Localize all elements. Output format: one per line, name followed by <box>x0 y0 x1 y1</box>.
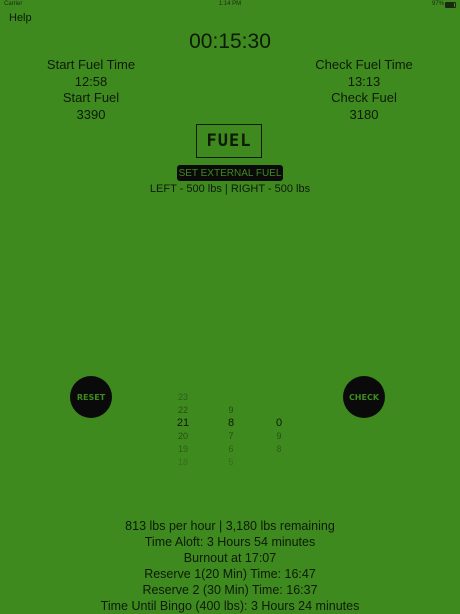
summary-line: Time Aloft: 3 Hours 54 minutes <box>144 535 316 549</box>
fuel-summary: 813 lbs per hour | 3,180 lbs remaining Ti… <box>0 518 460 614</box>
summary-line: Reserve 2 (30 Min) Time: 16:37 <box>142 583 318 597</box>
battery-icon <box>445 2 456 8</box>
external-fuel-info: LEFT - 500 lbs | RIGHT - 500 lbs <box>149 183 311 195</box>
check-fuel-label: Check Fuel <box>331 90 397 105</box>
reset-button[interactable]: RESET <box>70 376 112 418</box>
fuel-logo: FUEL <box>196 124 262 158</box>
summary-line: Burnout at 17:07 <box>183 551 277 565</box>
picker-value: 20 <box>177 431 188 441</box>
summary-line: 813 lbs per hour | 3,180 lbs remaining <box>125 519 335 533</box>
check-fuel-time-value: 13:13 <box>347 73 381 89</box>
start-fuel-time-value: 12:58 <box>74 73 108 89</box>
check-fuel-value: 3180 <box>349 106 379 122</box>
picker-value: 6 <box>228 444 234 454</box>
picker-value: 9 <box>228 405 234 415</box>
check-fuel-time-label: Check Fuel Time <box>315 57 413 72</box>
fuel-picker[interactable]: 23 22 21 20 19 18 9 8 7 6 5 0 9 8 <box>170 391 290 467</box>
battery-percent: 97% <box>431 1 444 7</box>
picker-value <box>216 391 246 404</box>
picker-value: 23 <box>177 392 188 402</box>
check-fuel-panel: Check Fuel Time 13:13 Check Fuel 3180 <box>289 57 439 123</box>
start-fuel-label: Start Fuel <box>62 90 120 105</box>
picker-value: 8 <box>276 444 282 454</box>
start-fuel-panel: Start Fuel Time 12:58 Start Fuel 3390 <box>16 57 166 123</box>
picker-value <box>264 404 294 417</box>
summary-line: Time Until Bingo (400 lbs): 3 Hours 24 m… <box>100 599 360 613</box>
picker-value: 19 <box>177 444 188 454</box>
picker-value: 7 <box>228 431 234 441</box>
picker-value-selected: 8 <box>227 417 235 429</box>
picker-value: 22 <box>177 405 188 415</box>
status-bar: Carrier 1:14 PM 97% <box>0 0 460 10</box>
picker-value-selected: 0 <box>275 417 283 429</box>
elapsed-timer: 00:15:30 <box>189 30 271 53</box>
picker-value-selected: 21 <box>176 417 190 429</box>
summary-line: Reserve 1(20 Min) Time: 16:47 <box>144 567 316 581</box>
status-time: 1:14 PM <box>218 1 242 7</box>
picker-value <box>264 456 294 469</box>
picker-value <box>264 391 294 404</box>
picker-value: 5 <box>228 457 234 467</box>
help-button[interactable]: Help <box>9 12 32 24</box>
check-button[interactable]: CHECK <box>343 376 385 418</box>
set-external-fuel-button[interactable]: SET EXTERNAL FUEL <box>177 165 283 181</box>
start-fuel-time-label: Start Fuel Time <box>46 57 136 72</box>
start-fuel-value: 3390 <box>76 106 106 122</box>
picker-value: 18 <box>177 457 188 467</box>
picker-value: 9 <box>276 431 282 441</box>
